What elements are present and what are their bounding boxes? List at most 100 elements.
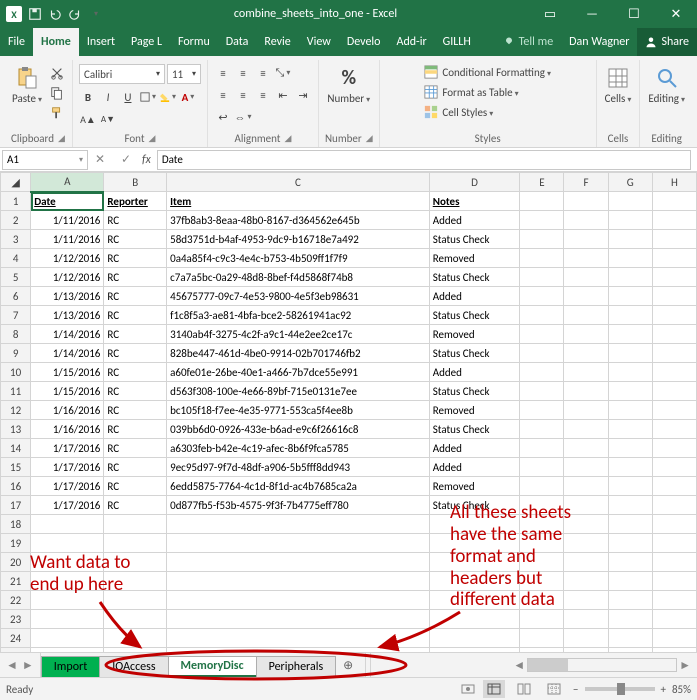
cell[interactable]: Added xyxy=(429,439,520,458)
border-button[interactable] xyxy=(139,88,157,106)
cell[interactable]: 1/13/2016 xyxy=(31,287,104,306)
cell[interactable]: 1/12/2016 xyxy=(31,268,104,287)
cell[interactable]: 1/15/2016 xyxy=(31,382,104,401)
ribbon-options-icon[interactable]: ▭ xyxy=(529,0,571,28)
cell[interactable]: Status Check xyxy=(429,420,520,439)
tab-addins[interactable]: Add-ir xyxy=(389,28,435,56)
cell[interactable]: RC xyxy=(104,268,167,287)
split-handle[interactable] xyxy=(365,653,371,677)
save-icon[interactable] xyxy=(28,7,42,21)
row-header[interactable]: 20 xyxy=(1,553,31,572)
format-painter-icon[interactable] xyxy=(48,104,66,122)
cell[interactable]: RC xyxy=(104,420,167,439)
row-header[interactable]: 24 xyxy=(1,629,31,648)
tab-formulas[interactable]: Formu xyxy=(170,28,218,56)
cell[interactable]: 1/14/2016 xyxy=(31,325,104,344)
cell[interactable]: RC xyxy=(104,496,167,515)
align-center-icon[interactable]: ≡ xyxy=(234,86,252,104)
sheet-tab-ioaccess[interactable]: IOAccess xyxy=(99,656,168,677)
cell[interactable]: RC xyxy=(104,325,167,344)
cell[interactable]: Removed xyxy=(429,477,520,496)
col-header[interactable]: G xyxy=(608,173,652,192)
cell[interactable]: Added xyxy=(429,458,520,477)
row-header[interactable]: 16 xyxy=(1,477,31,496)
decrease-indent-icon[interactable]: ⇤ xyxy=(274,86,292,104)
cell[interactable]: 37fb8ab3-8eaa-48b0-8167-d364562e645b xyxy=(167,211,430,230)
col-header[interactable]: E xyxy=(520,173,564,192)
row-header[interactable]: 8 xyxy=(1,325,31,344)
cell[interactable]: 1/17/2016 xyxy=(31,477,104,496)
cell[interactable]: Removed xyxy=(429,401,520,420)
scroll-right-icon[interactable]: ► xyxy=(679,658,691,673)
scroll-left-icon[interactable]: ◄ xyxy=(513,658,525,673)
cell[interactable]: 1/17/2016 xyxy=(31,496,104,515)
editing-button[interactable]: Editing xyxy=(646,64,687,107)
fill-color-button[interactable] xyxy=(159,88,177,106)
cell[interactable]: Status Check xyxy=(429,268,520,287)
col-header[interactable]: D xyxy=(429,173,520,192)
row-header[interactable]: 13 xyxy=(1,420,31,439)
row-header[interactable]: 5 xyxy=(1,268,31,287)
font-launcher[interactable]: ◢ xyxy=(149,133,156,144)
cell[interactable]: 58d3751d-b4af-4953-9dc9-b16718e7a492 xyxy=(167,230,430,249)
cell[interactable]: 1/16/2016 xyxy=(31,420,104,439)
user-name[interactable]: Dan Wagner xyxy=(561,28,637,56)
cell[interactable]: f1c8f5a3-ae81-4bfa-bce2-58261941ac92 xyxy=(167,306,430,325)
row-header[interactable]: 23 xyxy=(1,610,31,629)
header-cell[interactable]: Date xyxy=(31,192,104,211)
tab-home[interactable]: Home xyxy=(33,28,79,56)
grid[interactable]: ◢ABCDEFGH1DateReporterItemNotes21/11/201… xyxy=(0,172,697,652)
row-header[interactable]: 2 xyxy=(1,211,31,230)
cell[interactable]: 1/12/2016 xyxy=(31,249,104,268)
cell[interactable]: 1/11/2016 xyxy=(31,211,104,230)
row-header[interactable]: 9 xyxy=(1,344,31,363)
tab-review[interactable]: Revie xyxy=(256,28,298,56)
tab-developer[interactable]: Develo xyxy=(339,28,389,56)
alignment-launcher[interactable]: ◢ xyxy=(284,133,291,144)
col-header[interactable]: B xyxy=(104,173,167,192)
cell[interactable]: bc105f18-f7ee-4e35-9771-553ca5f4ee8b xyxy=(167,401,430,420)
cell[interactable]: RC xyxy=(104,439,167,458)
cell[interactable]: RC xyxy=(104,211,167,230)
zoom-slider[interactable] xyxy=(585,687,655,691)
cell[interactable]: 1/11/2016 xyxy=(31,230,104,249)
minimize-button[interactable]: — xyxy=(571,0,613,28)
paste-button[interactable]: Paste xyxy=(10,64,44,107)
header-cell[interactable]: Reporter xyxy=(104,192,167,211)
cell[interactable]: 1/14/2016 xyxy=(31,344,104,363)
select-all[interactable]: ◢ xyxy=(1,173,31,192)
row-header[interactable]: 1 xyxy=(1,192,31,211)
cells-button[interactable]: Cells xyxy=(603,64,634,107)
cell[interactable]: 039bb6d0-0926-433e-b6ad-e9c6f26616c8 xyxy=(167,420,430,439)
cell[interactable]: 9ec95d97-9f7d-48df-a906-5b5fff8dd943 xyxy=(167,458,430,477)
sheet-tab-memorydisc[interactable]: MemoryDisc xyxy=(168,656,257,677)
row-header[interactable]: 12 xyxy=(1,401,31,420)
tab-page-layout[interactable]: Page L xyxy=(123,28,170,56)
cell[interactable]: c7a7a5bc-0a29-48d8-8bef-f4d5868f74b8 xyxy=(167,268,430,287)
row-header[interactable]: 25 xyxy=(1,648,31,653)
cell[interactable]: RC xyxy=(104,249,167,268)
cell[interactable]: Status Check xyxy=(429,344,520,363)
add-sheet-button[interactable]: ⊕ xyxy=(335,653,361,677)
tell-me[interactable]: Tell me xyxy=(495,28,562,56)
col-header[interactable]: F xyxy=(564,173,608,192)
enter-formula-icon[interactable]: ✓ xyxy=(116,152,136,167)
cell[interactable]: 6edd5875-7764-4c1d-8f1d-ac4b7685ca2a xyxy=(167,477,430,496)
row-header[interactable]: 14 xyxy=(1,439,31,458)
font-color-button[interactable]: A xyxy=(179,88,197,106)
cell[interactable]: 45675777-09c7-4e53-9800-4e5f3eb98631 xyxy=(167,287,430,306)
tab-prev-icon[interactable]: ◄ xyxy=(6,658,18,673)
col-header[interactable]: A xyxy=(31,173,104,192)
row-header[interactable]: 6 xyxy=(1,287,31,306)
cell[interactable]: Status Check xyxy=(429,496,520,515)
macro-record-icon[interactable] xyxy=(461,682,475,696)
row-header[interactable]: 15 xyxy=(1,458,31,477)
cell[interactable]: RC xyxy=(104,344,167,363)
cell[interactable]: Status Check xyxy=(429,382,520,401)
cell[interactable]: 1/17/2016 xyxy=(31,458,104,477)
row-header[interactable]: 7 xyxy=(1,306,31,325)
cell[interactable]: 0a4a85f4-c9c3-4e4c-b753-4b509ff1f7f9 xyxy=(167,249,430,268)
cancel-formula-icon[interactable]: ✕ xyxy=(90,152,110,167)
view-page-layout-button[interactable] xyxy=(513,680,535,698)
qat-customize-icon[interactable] xyxy=(88,7,102,21)
